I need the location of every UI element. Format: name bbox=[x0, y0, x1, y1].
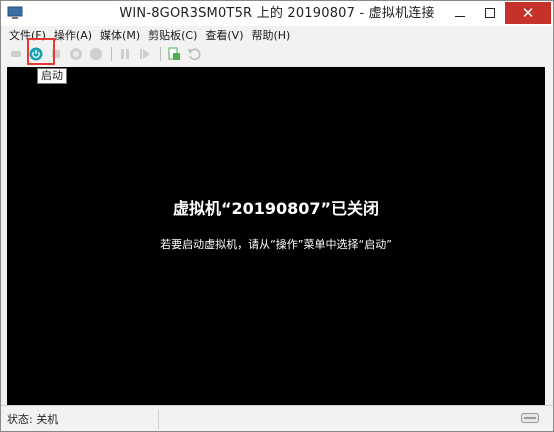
ctrl-alt-del-icon bbox=[11, 51, 21, 57]
save-state-icon bbox=[90, 48, 102, 60]
close-icon: ✕ bbox=[521, 4, 535, 22]
menu-media[interactable]: 媒体(M) bbox=[100, 27, 140, 43]
toolbar bbox=[1, 43, 553, 65]
reset-button[interactable] bbox=[136, 45, 154, 63]
revert-button[interactable] bbox=[185, 45, 203, 63]
vm-off-heading: 虚拟机“20190807”已关闭 bbox=[172, 199, 380, 218]
maximize-button[interactable] bbox=[475, 2, 505, 24]
ctrl-alt-del-button[interactable] bbox=[7, 45, 25, 63]
title-bar: WIN-8GOR3SM0T5R 上的 20190807 - 虚拟机连接 ✕ bbox=[1, 1, 553, 26]
shutdown-button[interactable] bbox=[67, 45, 85, 63]
menu-action[interactable]: 操作(A) bbox=[54, 27, 92, 43]
vm-off-instruction: 若要启动虚拟机，请从“操作”菜单中选择“启动” bbox=[160, 238, 392, 251]
menu-help[interactable]: 帮助(H) bbox=[251, 27, 290, 43]
minimize-button[interactable] bbox=[445, 2, 475, 24]
toolbar-divider bbox=[111, 47, 112, 61]
status-text: 状态: 关机 bbox=[7, 413, 59, 426]
menu-clipboard[interactable]: 剪贴板(C) bbox=[148, 27, 197, 43]
start-tooltip: 启动 bbox=[37, 68, 67, 84]
checkpoint-button[interactable] bbox=[165, 45, 183, 63]
reset-icon bbox=[140, 49, 150, 59]
close-button[interactable]: ✕ bbox=[505, 2, 551, 24]
pause-button[interactable] bbox=[116, 45, 134, 63]
vm-connection-window: WIN-8GOR3SM0T5R 上的 20190807 - 虚拟机连接 ✕ 文件… bbox=[0, 0, 554, 432]
toolbar-divider bbox=[160, 47, 161, 61]
save-button[interactable] bbox=[87, 45, 105, 63]
maximize-icon bbox=[485, 8, 495, 18]
vm-display[interactable]: 虚拟机“20190807”已关闭 若要启动虚拟机，请从“操作”菜单中选择“启动” bbox=[7, 67, 545, 405]
start-button-highlight bbox=[27, 38, 55, 65]
shutdown-icon bbox=[70, 48, 82, 60]
checkpoint-icon bbox=[168, 47, 180, 60]
pause-icon bbox=[121, 49, 129, 59]
status-divider bbox=[158, 409, 159, 429]
status-bar: 状态: 关机 bbox=[1, 405, 553, 431]
minimize-icon bbox=[455, 16, 465, 17]
window-controls: ✕ bbox=[445, 2, 551, 24]
undo-icon bbox=[188, 48, 201, 61]
menu-bar: 文件(F) 操作(A) 媒体(M) 剪贴板(C) 查看(V) 帮助(H) bbox=[1, 26, 553, 43]
menu-view[interactable]: 查看(V) bbox=[205, 27, 243, 43]
keyboard-icon bbox=[521, 413, 539, 423]
